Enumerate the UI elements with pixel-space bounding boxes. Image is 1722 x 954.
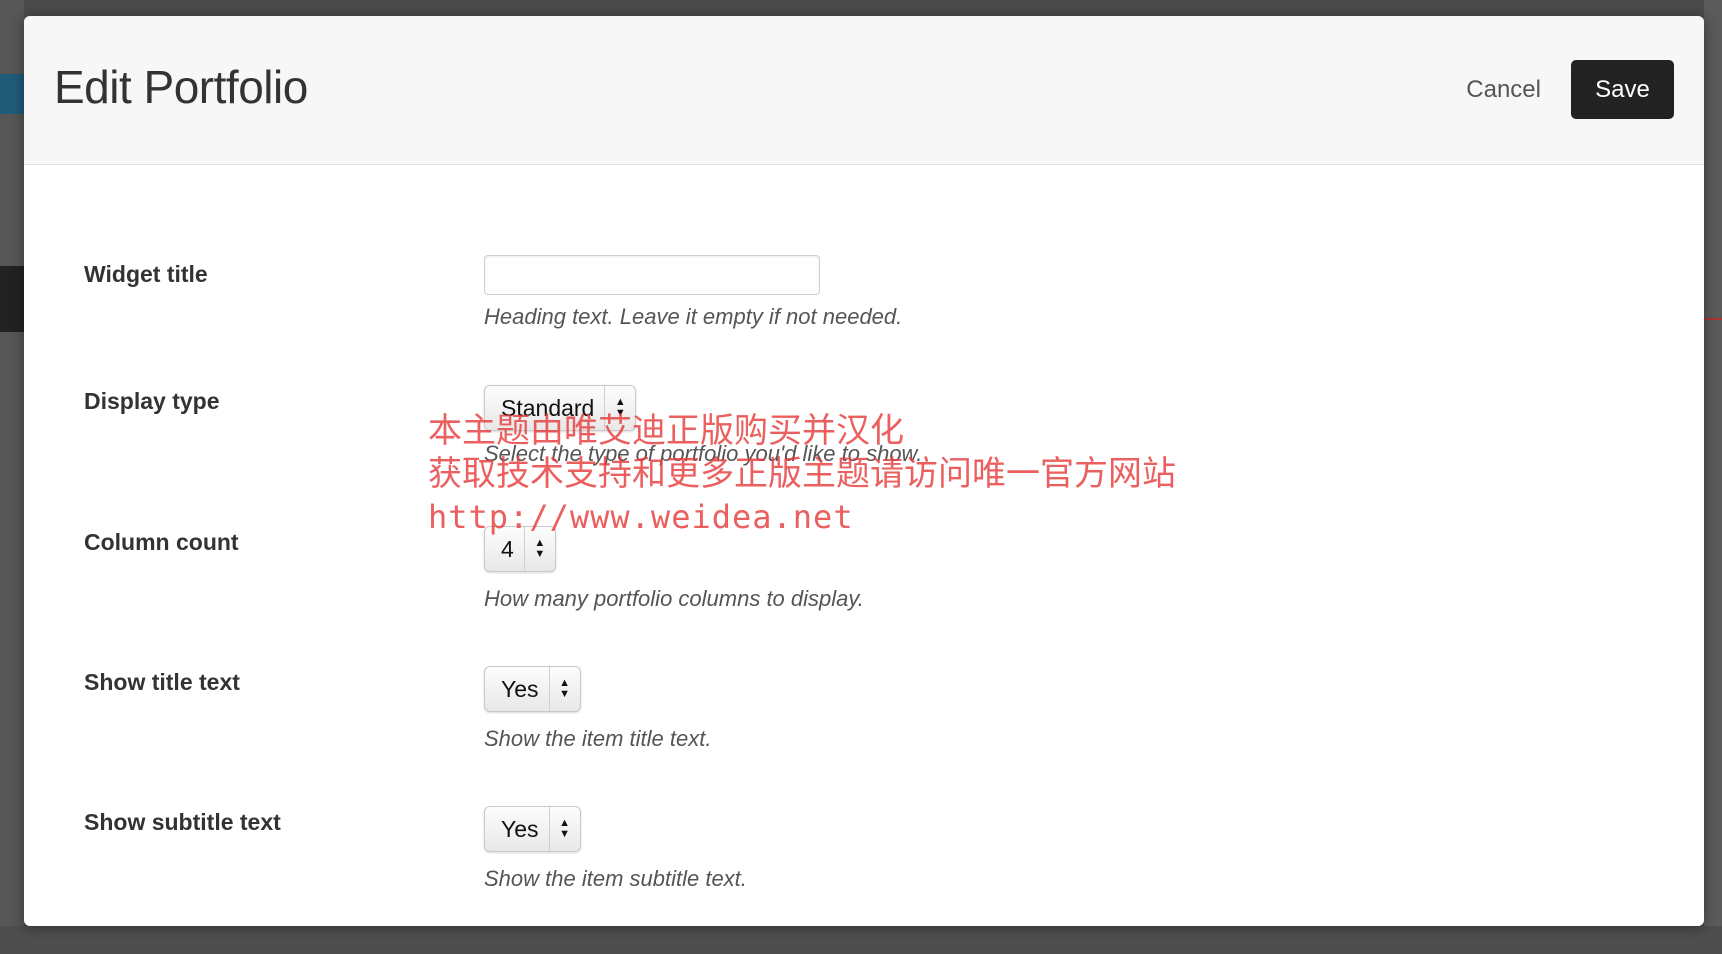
show-subtitle-text-help: Show the item subtitle text. xyxy=(484,866,747,891)
display-type-label: Display type xyxy=(84,388,220,414)
show-title-text-help: Show the item title text. xyxy=(484,726,712,751)
display-type-value: Standard xyxy=(501,394,595,421)
widget-title-label: Widget title xyxy=(84,261,208,287)
select-arrows-icon: ▲ ▼ xyxy=(523,527,555,571)
column-count-help: How many portfolio columns to display. xyxy=(484,586,864,611)
widget-title-input[interactable] xyxy=(484,255,820,295)
widget-title-help: Heading text. Leave it empty if not need… xyxy=(484,304,903,329)
header-actions: Cancel Save xyxy=(1466,60,1674,119)
select-arrows-icon: ▲ ▼ xyxy=(548,667,580,711)
cancel-button[interactable]: Cancel xyxy=(1466,76,1541,104)
display-type-select[interactable]: Standard ▲ ▼ xyxy=(484,385,637,431)
background-left-strip xyxy=(0,0,24,954)
show-title-text-value: Yes xyxy=(501,675,539,702)
display-type-help: Select the type of portfolio you'd like … xyxy=(484,441,923,466)
show-title-text-label: Show title text xyxy=(84,669,240,695)
column-count-select[interactable]: 4 ▲ ▼ xyxy=(484,526,556,572)
show-subtitle-text-select[interactable]: Yes ▲ ▼ xyxy=(484,806,581,852)
show-subtitle-text-value: Yes xyxy=(501,815,539,842)
select-arrows-icon: ▲ ▼ xyxy=(548,807,580,851)
background-red-line xyxy=(1704,318,1722,320)
modal-title: Edit Portfolio xyxy=(54,61,308,113)
show-subtitle-text-label: Show subtitle text xyxy=(84,809,281,835)
column-count-label: Column count xyxy=(84,529,239,555)
modal-header: Edit Portfolio Cancel Save xyxy=(24,16,1704,165)
background-blue-tab xyxy=(0,74,24,114)
select-arrows-icon: ▲ ▼ xyxy=(604,386,635,430)
edit-portfolio-modal: Edit Portfolio Cancel Save Widget title … xyxy=(24,16,1704,926)
save-button[interactable]: Save xyxy=(1571,60,1674,119)
background-dark-tab xyxy=(0,266,24,332)
background-bottom-strip xyxy=(0,926,1722,954)
column-count-value: 4 xyxy=(501,535,514,562)
show-title-text-select[interactable]: Yes ▲ ▼ xyxy=(484,666,581,712)
background-right-strip xyxy=(1704,0,1722,954)
